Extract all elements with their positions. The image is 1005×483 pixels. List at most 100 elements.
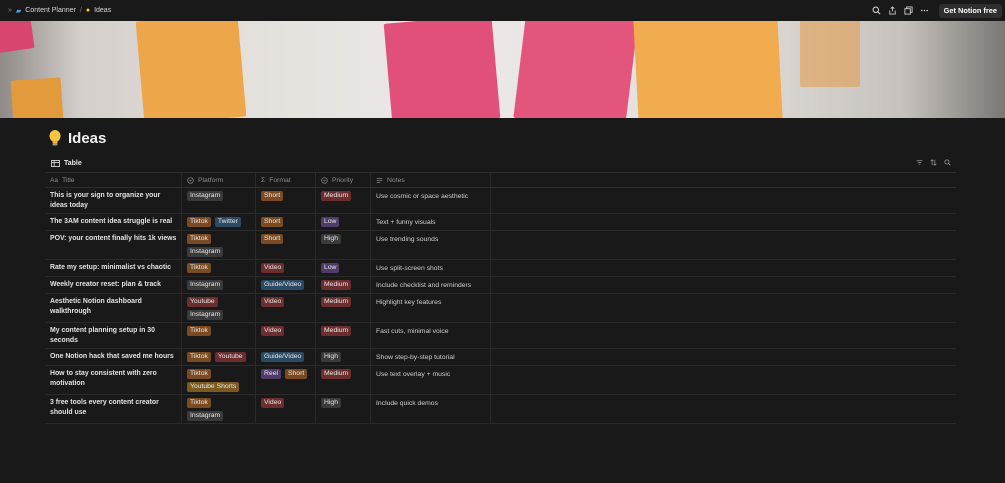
format-tag[interactable]: Short xyxy=(261,217,284,227)
platform-cell[interactable]: Youtube Instagram xyxy=(182,294,256,322)
format-cell[interactable]: Guide/Video xyxy=(256,277,316,293)
platform-tag[interactable]: Tiktok xyxy=(187,234,211,244)
platform-cell[interactable]: Instagram xyxy=(182,188,256,213)
format-cell[interactable]: Video xyxy=(256,323,316,348)
format-cell[interactable]: Video xyxy=(256,260,316,276)
sort-button[interactable] xyxy=(929,157,938,167)
table-row[interactable]: Rate my setup: minimalist vs chaotic Tikt… xyxy=(45,260,956,277)
priority-cell[interactable]: Low xyxy=(316,214,371,230)
notes-cell[interactable]: Use cosmic or space aesthetic xyxy=(371,188,491,213)
page-title-text[interactable]: Ideas xyxy=(68,130,106,147)
platform-tag[interactable]: Twitter xyxy=(214,217,241,227)
idea-title[interactable]: This is your sign to organize your ideas… xyxy=(50,191,177,211)
format-tag[interactable]: Video xyxy=(261,326,285,336)
notes-cell[interactable]: Show step-by-step tutorial xyxy=(371,349,491,365)
breadcrumb-parent[interactable]: Content Planner xyxy=(25,7,76,14)
get-notion-free-button[interactable]: Get Notion free xyxy=(938,3,1002,18)
notes-cell[interactable]: Text + funny visuals xyxy=(371,214,491,230)
priority-cell[interactable]: High xyxy=(316,395,371,423)
priority-tag[interactable]: Medium xyxy=(321,191,352,201)
filter-button[interactable] xyxy=(915,157,924,167)
duplicate-button[interactable] xyxy=(901,3,917,19)
platform-tag[interactable]: Instagram xyxy=(187,191,224,201)
priority-cell[interactable]: Medium xyxy=(316,294,371,322)
format-cell[interactable]: Short xyxy=(256,214,316,230)
platform-cell[interactable]: Instagram xyxy=(182,277,256,293)
format-tag[interactable]: Reel xyxy=(261,369,281,379)
notes-cell[interactable]: Include quick demos xyxy=(371,395,491,423)
format-tag[interactable]: Short xyxy=(261,234,284,244)
priority-tag[interactable]: High xyxy=(321,234,341,244)
platform-tag[interactable]: Tiktok xyxy=(187,217,211,227)
format-cell[interactable]: Short xyxy=(256,188,316,213)
notes-cell[interactable]: Include checklist and reminders xyxy=(371,277,491,293)
priority-tag[interactable]: Medium xyxy=(321,280,352,290)
table-search-button[interactable] xyxy=(943,157,952,167)
notes-cell[interactable]: Use text overlay + music xyxy=(371,366,491,394)
idea-title[interactable]: My content planning setup in 30 seconds xyxy=(50,326,177,346)
platform-cell[interactable]: Tiktok Twitter xyxy=(182,214,256,230)
format-cell[interactable]: Reel Short xyxy=(256,366,316,394)
platform-tag[interactable]: Tiktok xyxy=(187,263,211,273)
title-cell[interactable]: My content planning setup in 30 seconds xyxy=(45,323,182,348)
title-cell[interactable]: POV: your content finally hits 1k views xyxy=(45,231,182,259)
title-cell[interactable]: How to stay consistent with zero motivat… xyxy=(45,366,182,394)
title-cell[interactable]: Rate my setup: minimalist vs chaotic xyxy=(45,260,182,276)
priority-cell[interactable]: High xyxy=(316,349,371,365)
idea-title[interactable]: Aesthetic Notion dashboard walkthrough xyxy=(50,297,177,317)
platform-cell[interactable]: Tiktok Youtube Shorts xyxy=(182,366,256,394)
title-cell[interactable]: One Notion hack that saved me hours xyxy=(45,349,182,365)
platform-tag[interactable]: Instagram xyxy=(187,411,224,421)
platform-cell[interactable]: Tiktok Instagram xyxy=(182,231,256,259)
platform-cell[interactable]: Tiktok Instagram xyxy=(182,395,256,423)
priority-cell[interactable]: Medium xyxy=(316,277,371,293)
notes-cell[interactable]: Fast cuts, minimal voice xyxy=(371,323,491,348)
priority-cell[interactable]: Medium xyxy=(316,366,371,394)
platform-tag[interactable]: Youtube xyxy=(187,297,218,307)
priority-tag[interactable]: High xyxy=(321,352,341,362)
platform-tag[interactable]: Instagram xyxy=(187,247,224,257)
table-row[interactable]: 3 free tools every content creator shoul… xyxy=(45,395,956,424)
platform-cell[interactable]: Tiktok xyxy=(182,260,256,276)
title-cell[interactable]: 3 free tools every content creator shoul… xyxy=(45,395,182,423)
priority-tag[interactable]: Low xyxy=(321,217,340,227)
table-row[interactable]: This is your sign to organize your ideas… xyxy=(45,188,956,214)
format-tag[interactable]: Short xyxy=(261,191,284,201)
priority-cell[interactable]: Low xyxy=(316,260,371,276)
platform-tag[interactable]: Instagram xyxy=(187,280,224,290)
format-tag[interactable]: Guide/Video xyxy=(261,280,305,290)
format-tag[interactable]: Video xyxy=(261,297,285,307)
idea-title[interactable]: The 3AM content idea struggle is real xyxy=(50,217,177,227)
format-tag[interactable]: Video xyxy=(261,263,285,273)
title-cell[interactable]: Aesthetic Notion dashboard walkthrough xyxy=(45,294,182,322)
more-button[interactable] xyxy=(917,3,933,19)
table-row[interactable]: Aesthetic Notion dashboard walkthrough Yo… xyxy=(45,294,956,323)
notes-cell[interactable]: Highlight key features xyxy=(371,294,491,322)
platform-tag[interactable]: Tiktok xyxy=(187,369,211,379)
platform-tag[interactable]: Tiktok xyxy=(187,326,211,336)
platform-tag[interactable]: Youtube Shorts xyxy=(187,382,240,392)
idea-title[interactable]: 3 free tools every content creator shoul… xyxy=(50,398,177,418)
format-tag[interactable]: Short xyxy=(284,369,308,379)
priority-cell[interactable]: Medium xyxy=(316,323,371,348)
idea-title[interactable]: POV: your content finally hits 1k views xyxy=(50,234,177,244)
priority-tag[interactable]: Medium xyxy=(321,369,352,379)
idea-title[interactable]: How to stay consistent with zero motivat… xyxy=(50,369,177,389)
priority-cell[interactable]: Medium xyxy=(316,188,371,213)
column-header-title[interactable]: Aa Title xyxy=(45,173,182,187)
notes-cell[interactable]: Use split-screen shots xyxy=(371,260,491,276)
platform-cell[interactable]: Tiktok xyxy=(182,323,256,348)
priority-cell[interactable]: High xyxy=(316,231,371,259)
column-header-notes[interactable]: Notes xyxy=(371,173,491,187)
column-header-platform[interactable]: Platform xyxy=(182,173,256,187)
sidebar-toggle-icon[interactable]: » xyxy=(8,7,12,14)
table-row[interactable]: My content planning setup in 30 seconds T… xyxy=(45,323,956,349)
table-row[interactable]: How to stay consistent with zero motivat… xyxy=(45,366,956,395)
platform-tag[interactable]: Tiktok xyxy=(187,398,211,408)
platform-tag[interactable]: Youtube xyxy=(214,352,246,362)
format-tag[interactable]: Video xyxy=(261,398,285,408)
format-cell[interactable]: Guide/Video xyxy=(256,349,316,365)
table-row[interactable]: One Notion hack that saved me hours Tikto… xyxy=(45,349,956,366)
table-row[interactable]: The 3AM content idea struggle is real Tik… xyxy=(45,214,956,231)
idea-title[interactable]: Weekly creator reset: plan & track xyxy=(50,280,177,290)
